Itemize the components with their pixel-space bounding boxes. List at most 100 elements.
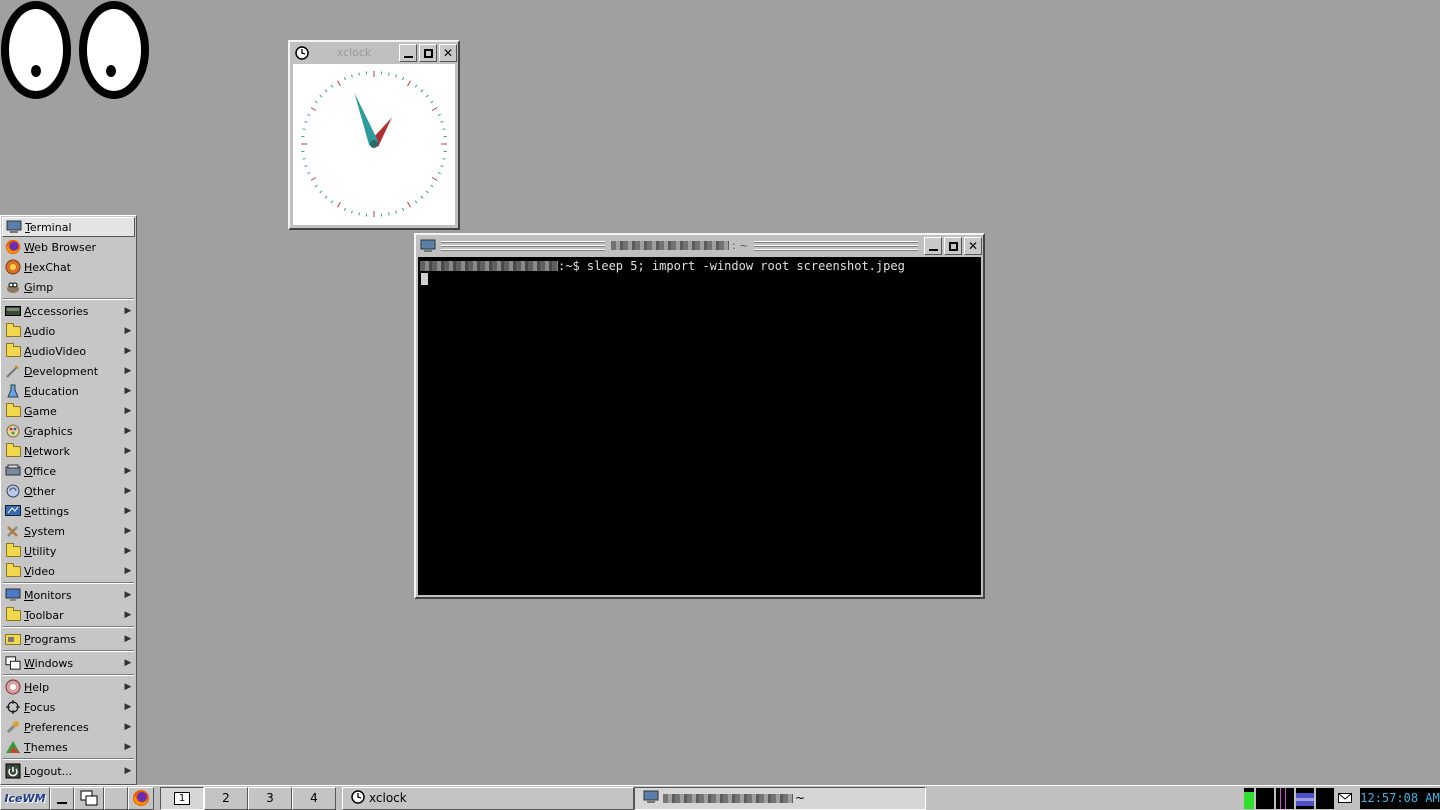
menu-item-audiovideo[interactable]: AudioVideo ▶ [2, 341, 135, 361]
workspace-2-button[interactable]: 2 [204, 786, 248, 810]
menu-item-accessories[interactable]: Accessories ▶ [2, 301, 135, 321]
terminal-titlebar[interactable]: : ~ ✕ [417, 236, 982, 256]
menu-item-label: Settings [24, 504, 70, 518]
clock-tick [304, 165, 308, 168]
clock-tick [430, 184, 434, 188]
menu-item-logout[interactable]: Logout... ▶ [2, 761, 135, 781]
menu-item-monitors[interactable]: Monitors ▶ [2, 585, 135, 605]
folder-icon [5, 606, 21, 623]
menu-item-focus[interactable]: Focus ▶ [2, 697, 135, 717]
menu-item-toolbar[interactable]: Toolbar ▶ [2, 605, 135, 625]
xclock-titlebar[interactable]: xclock ✕ [291, 43, 457, 63]
clock-tick [304, 120, 308, 123]
menu-item-system[interactable]: System ▶ [2, 521, 135, 541]
start-menu[interactable]: Terminal Web Browser HexChat Gimp Accessorie… [0, 215, 137, 785]
menu-item-label: Video [24, 564, 55, 578]
clock-tick [307, 113, 311, 116]
clock-tick [343, 207, 346, 211]
menu-item-preferences[interactable]: Preferences ▶ [2, 717, 135, 737]
right-pupil [106, 65, 116, 77]
xclock-window[interactable]: xclock ✕ [288, 40, 460, 230]
xclock-title: xclock [330, 46, 378, 60]
menu-item-other[interactable]: Other ▶ [2, 481, 135, 501]
terminal-icon [6, 219, 22, 235]
clock-tick [337, 201, 341, 208]
firefox-launcher[interactable] [128, 786, 154, 810]
hexchat-icon [5, 259, 21, 275]
terminal-launcher[interactable] [104, 786, 128, 810]
clock-tick [319, 190, 323, 194]
menu-item-video[interactable]: Video ▶ [2, 561, 135, 581]
left-pupil [31, 65, 41, 77]
maximize-button[interactable] [419, 44, 437, 62]
terminal-output[interactable]: :~$ sleep 5; import -window root screens… [418, 257, 981, 595]
taskbar-task-terminal[interactable]: ~ [634, 786, 926, 810]
menu-item-terminal[interactable]: Terminal [2, 217, 135, 237]
menu-item-web-browser[interactable]: Web Browser [2, 237, 135, 257]
menu-item-programs[interactable]: Programs ▶ [2, 629, 135, 649]
clock-tick [388, 212, 390, 216]
taskbar-clock[interactable]: 12:57:08 AM [1360, 787, 1440, 809]
folder-icon [5, 442, 21, 459]
submenu-arrow-icon: ▶ [124, 506, 132, 516]
programs-icon [5, 631, 21, 647]
menu-item-label: Education [24, 384, 79, 398]
menu-item-graphics[interactable]: Graphics ▶ [2, 421, 135, 441]
menu-item-game[interactable]: Game ▶ [2, 401, 135, 421]
close-button[interactable]: ✕ [964, 237, 982, 255]
clock-icon[interactable] [293, 44, 311, 62]
maximize-button[interactable] [944, 237, 962, 255]
icewm-logo-icon: IceWM [4, 791, 46, 805]
terminal-cursor [421, 273, 428, 285]
menu-item-hexchat[interactable]: HexChat [2, 257, 135, 277]
focus-icon [5, 699, 21, 715]
help-icon [5, 679, 21, 695]
menu-item-audio[interactable]: Audio ▶ [2, 321, 135, 341]
mail-button[interactable] [1334, 787, 1356, 810]
education-icon [5, 383, 21, 399]
firefox-icon [5, 239, 21, 255]
submenu-arrow-icon: ▶ [124, 566, 132, 576]
menu-item-office[interactable]: Office ▶ [2, 461, 135, 481]
clock-tick [314, 184, 318, 188]
menu-item-windows[interactable]: Windows ▶ [2, 653, 135, 673]
system-icon [5, 523, 21, 539]
taskbar-task-xclock[interactable]: xclock [342, 786, 634, 810]
menu-item-network[interactable]: Network ▶ [2, 441, 135, 461]
close-button[interactable]: ✕ [439, 44, 457, 62]
workspace-3-button[interactable]: 3 [248, 786, 292, 810]
folder-icon [5, 562, 21, 579]
workspace-label: 1 [173, 791, 191, 805]
swap-monitor [1316, 787, 1334, 809]
menu-item-gimp[interactable]: Gimp [2, 277, 135, 297]
submenu-arrow-icon: ▶ [124, 346, 132, 356]
command-text: sleep 5; import -window root screenshot.… [586, 259, 905, 273]
menu-item-help[interactable]: Help ▶ [2, 677, 135, 697]
start-button[interactable]: IceWM [0, 786, 50, 810]
terminal-icon[interactable] [419, 237, 437, 255]
menu-item-settings[interactable]: Settings ▶ [2, 501, 135, 521]
minimize-button[interactable] [399, 44, 417, 62]
workspace-4-button[interactable]: 4 [292, 786, 336, 810]
menu-item-education[interactable]: Education ▶ [2, 381, 135, 401]
minimize-button[interactable] [924, 237, 942, 255]
terminal-window[interactable]: : ~ ✕ :~$ sleep 5; import -window root s… [414, 233, 985, 599]
minimize-icon [403, 56, 413, 58]
window-list-button[interactable] [74, 786, 104, 810]
terminal-command-line: :~$ sleep 5; import -window root screens… [420, 259, 979, 273]
clock-tick [319, 94, 323, 98]
clock-tick [425, 94, 429, 98]
menu-item-themes[interactable]: Themes ▶ [2, 737, 135, 757]
menu-item-utility[interactable]: Utility ▶ [2, 541, 135, 561]
terminal-title-blurred [610, 241, 729, 250]
clock-tick [302, 128, 306, 130]
menu-item-development[interactable]: Development ▶ [2, 361, 135, 381]
submenu-arrow-icon: ▶ [124, 590, 132, 600]
clock-tick [407, 80, 411, 87]
menu-item-label: Logout... [24, 764, 73, 778]
workspace-1-button[interactable]: 1 [160, 786, 204, 810]
clock-icon [351, 789, 365, 807]
clock-tick [440, 165, 444, 168]
windows-icon [5, 655, 21, 671]
show-desktop-button[interactable] [50, 786, 74, 810]
